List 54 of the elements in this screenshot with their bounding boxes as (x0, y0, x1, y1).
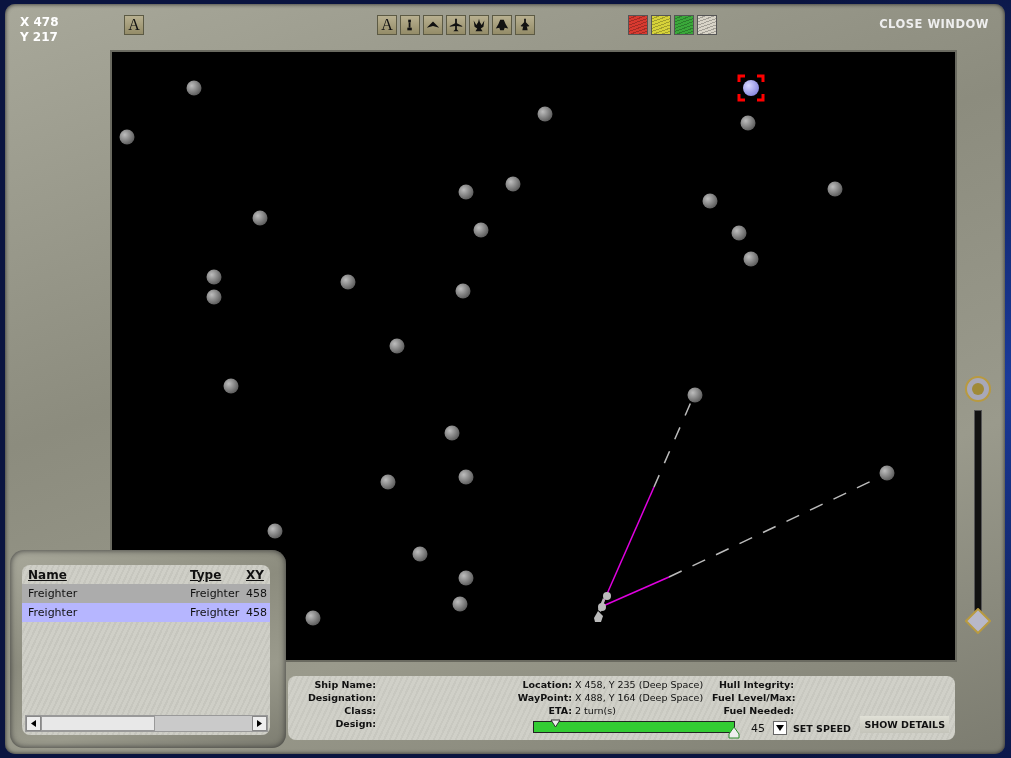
caret-icon (776, 725, 784, 731)
show-details-button[interactable]: SHOW DETAILS (860, 716, 949, 733)
field-label: Designation: (306, 692, 376, 703)
horizontal-scrollbar[interactable] (25, 715, 268, 732)
view-button[interactable] (492, 15, 512, 35)
column-header[interactable]: Type (190, 567, 246, 582)
ship-list-row[interactable]: Freighter Freighter 458 (22, 603, 270, 622)
ship-list-row[interactable]: Freighter Freighter 458 (22, 584, 270, 603)
slider-thumb[interactable] (965, 608, 991, 634)
field-label: Class: (343, 705, 376, 716)
text-view-button[interactable]: A (377, 15, 397, 35)
cursor-x: X 478 (20, 15, 59, 30)
field-label: Hull Integrity: (717, 679, 794, 690)
speed-reading: 45 (751, 721, 765, 735)
view-button[interactable] (446, 15, 466, 35)
field-label: Fuel Needed: (722, 705, 794, 716)
view-button[interactable] (423, 15, 443, 35)
table-cell-text: Freighter (190, 606, 241, 619)
slider-thumb[interactable] (728, 726, 740, 739)
color-filter-button[interactable] (674, 15, 694, 35)
column-header[interactable]: Name (28, 567, 190, 582)
view-button[interactable] (400, 15, 420, 35)
field-label: ETA: (547, 705, 572, 716)
field-value: X 458, Y 235 (Deep Space) (574, 679, 705, 690)
view-button[interactable] (515, 15, 535, 35)
speed-slider[interactable] (533, 717, 743, 739)
table-cell-text: Freighter (28, 587, 79, 600)
field-label: Location: (521, 679, 572, 690)
field-value: X 488, Y 164 (Deep Space) (574, 692, 705, 703)
jet-icon (448, 17, 464, 33)
zoom-slider[interactable] (964, 410, 992, 635)
color-filter-button[interactable] (697, 15, 717, 35)
color-filter-button[interactable] (651, 15, 671, 35)
ship-icon (594, 592, 611, 622)
table-cell-text: 458 (246, 606, 268, 619)
cursor-y: Y 217 (20, 30, 59, 45)
text-view-button[interactable]: A (124, 15, 144, 35)
view-button[interactable] (469, 15, 489, 35)
field-label: Fuel Level/Max: (712, 692, 794, 703)
field-label: Ship Name: (313, 679, 376, 690)
column-header[interactable]: XY (246, 567, 270, 582)
speed-label: SET SPEED (793, 722, 851, 734)
field-label: WayPoint: (516, 692, 572, 703)
table-cell-text: 458 (246, 587, 268, 600)
bug-icon (494, 17, 510, 33)
scroll-right-icon[interactable] (257, 720, 262, 727)
color-filter-button[interactable] (628, 15, 648, 35)
speed-dropdown[interactable] (773, 721, 787, 735)
field-label: Design: (334, 718, 376, 729)
selection-bracket-icon (737, 74, 765, 102)
table-cell-text: Freighter (190, 587, 241, 600)
scroll-left-icon[interactable] (31, 720, 36, 727)
table-cell-text: Freighter (28, 606, 79, 619)
field-value: 2 turn(s) (574, 705, 617, 716)
